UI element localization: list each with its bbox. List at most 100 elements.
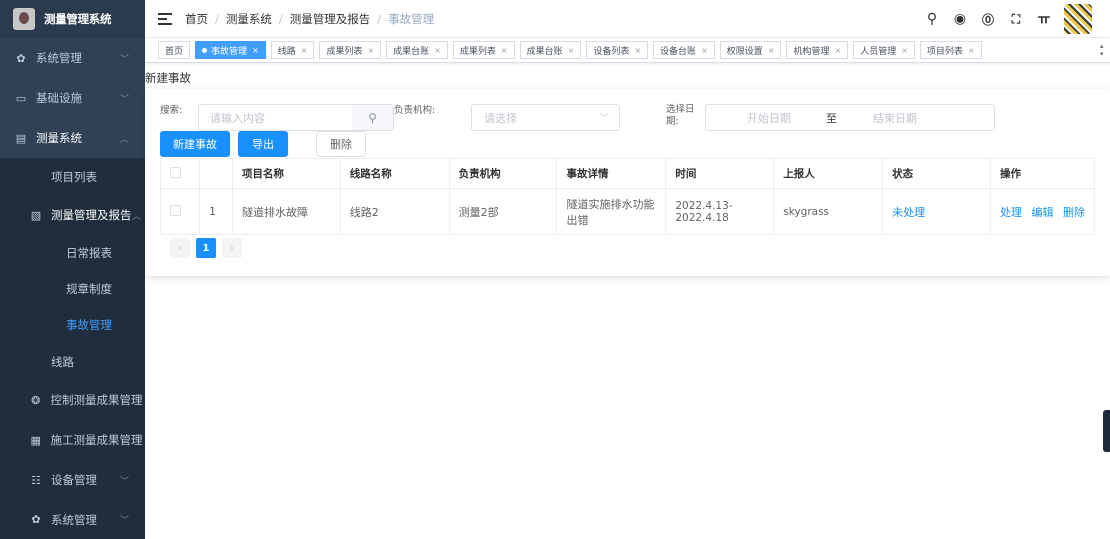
sidebar-item-system-admin-2[interactable]: ✿ 系统管理 ﹀ [0,500,145,539]
breadcrumb-home[interactable]: 首页 [185,11,208,27]
export-button[interactable]: 导出 [238,131,288,157]
org-cell: 测量2部 [449,188,558,235]
tag-results-list[interactable]: 成果列表 × [319,41,382,59]
time-cell: 2022.4.13-2022.4.18 [665,188,775,235]
sidebar-item-daily-report[interactable]: 日常报表 [0,235,145,271]
row-checkbox[interactable] [170,204,181,216]
tag-results-list-2[interactable]: 成果列表 × [452,41,515,59]
close-icon[interactable]: × [367,46,374,55]
sidebar-item-system-admin[interactable]: ✿ 系统管理 ﹀ [0,38,145,78]
column-header: 上报人 [773,158,884,189]
monitor-icon: ▭ [15,91,27,105]
search-icon: ⚲ [368,110,377,125]
status-cell[interactable]: 未处理 [882,188,992,235]
table-row: 1 隧道排水故障 线路2 测量2部 隧道实施排水功能出错 2022.4.13-2… [160,188,1095,235]
tag-org-management[interactable]: 机构管理 × [786,41,849,59]
scroll-arrows-icon[interactable]: ▴ ▾ [1100,42,1108,58]
detail-cell: 隧道实施排水功能出错 [556,188,667,235]
date-label: 选择日期: [666,104,695,127]
column-header: 负责机构 [449,158,558,189]
column-header: 状态 [882,158,992,189]
search-button[interactable]: ⚲ [352,104,394,131]
pagination: ‹ 1 › [170,238,242,258]
sidebar-item-accident-management[interactable]: 事故管理 [0,307,145,343]
tag-accident-management[interactable]: 事故管理 × [195,41,266,59]
github-icon[interactable]: ◉ [952,11,968,27]
sidebar-item-regulations[interactable]: 规章制度 [0,271,145,307]
accident-table: 项目名称 线路名称 负责机构 事故详情 时间 上报人 状态 操作 1 隧道排水故… [160,158,1095,235]
date-range-picker[interactable]: 开始日期 至 结束日期 [705,104,995,131]
column-header: 操作 [990,158,1095,189]
tag-equipment-list[interactable]: 设备列表 × [586,41,649,59]
help-icon[interactable]: ⓪ [980,11,996,28]
fullscreen-icon[interactable]: ⛶ [1008,12,1024,27]
avatar[interactable] [1064,4,1092,34]
chevron-down-icon: ﹀ [119,94,129,105]
tag-permissions[interactable]: 权限设置 × [719,41,782,59]
copy-icon: ▧ [30,208,42,222]
tag-home[interactable]: 首页 [158,41,191,59]
tag-staff-management[interactable]: 人员管理 × [853,41,915,59]
column-header: 项目名称 [232,158,341,189]
search-icon[interactable]: ⚲ [924,11,940,27]
sidebar-item-construction-results[interactable]: ▦ 施工测量成果管理 [0,420,145,460]
font-size-icon[interactable]: ㅠ [1036,9,1052,29]
chevron-down-icon: ﹀ [119,54,129,65]
hamburger-icon[interactable] [158,12,172,25]
settings-drawer-handle[interactable] [1103,410,1110,452]
date-start: 开始日期 [747,111,791,125]
page-title: 新建事故 [145,71,191,85]
date-end: 结束日期 [873,111,917,125]
close-icon[interactable]: × [968,46,975,55]
close-icon[interactable]: × [768,46,775,55]
tag-project-list[interactable]: 项目列表 × [919,41,982,59]
prev-page-button[interactable]: ‹ [170,238,190,258]
select-all-cell [160,158,200,189]
search-input[interactable]: 请输入内容 [198,104,353,131]
reporter-cell: skygrass [773,188,884,235]
delete-link[interactable]: 删除 [1063,206,1085,219]
filter-table-card: 搜索: 请输入内容 ⚲ 负责机构: 请选择 ﹀ 选择日期: 开始日期 至 结束日… [145,89,1110,276]
process-link[interactable]: 处理 [1000,206,1022,219]
tag-equipment-ledger[interactable]: 设备台账 × [653,41,715,59]
tag-results-ledger[interactable]: 成果台账 × [386,41,448,59]
close-icon[interactable]: × [434,46,441,55]
breadcrumb: 首页 / 测量系统 / 测量管理及报告 / 事故管理 [185,11,435,27]
delete-button[interactable]: 删除 [316,131,366,157]
chevron-down-icon: ﹀ [599,114,609,124]
line-name-cell: 线路2 [340,188,450,235]
next-page-button[interactable]: › [222,238,242,258]
close-icon[interactable]: × [301,46,308,55]
close-icon[interactable]: × [568,46,575,55]
sidebar-item-control-results[interactable]: ❂ 控制测量成果管理 [0,380,145,420]
close-icon[interactable]: × [835,46,842,55]
sidebar-item-project-list[interactable]: 项目列表 [0,158,145,195]
logo[interactable]: 测量管理系统 [0,0,145,38]
breadcrumb-measurement-system[interactable]: 测量系统 [226,11,272,27]
edit-link[interactable]: 编辑 [1032,206,1054,219]
close-icon[interactable]: × [634,46,641,55]
select-all-checkbox[interactable] [170,166,181,178]
sidebar: 测量管理系统 ✿ 系统管理 ﹀ ▭ 基础设施 ﹀ ▤ 测量系统 ︿ 项目列表 ▧… [0,0,145,539]
sidebar-item-equipment[interactable]: ☷ 设备管理 ﹀ [0,460,145,500]
page-number[interactable]: 1 [196,238,216,258]
close-icon[interactable]: × [501,46,508,55]
close-icon[interactable]: × [901,46,908,55]
table-header-row: 项目名称 线路名称 负责机构 事故详情 时间 上报人 状态 操作 [160,158,1095,189]
index-header [199,158,233,189]
actions-cell: 处理 编辑 删除 [990,188,1095,235]
tag-results-ledger-2[interactable]: 成果台账 × [519,41,582,59]
sidebar-item-measurement-system[interactable]: ▤ 测量系统 ︿ [0,118,145,158]
create-accident-button[interactable]: 新建事故 [160,131,230,157]
sidebar-item-infrastructure[interactable]: ▭ 基础设施 ﹀ [0,78,145,118]
tag-line[interactable]: 线路 × [270,41,315,59]
breadcrumb-report[interactable]: 测量管理及报告 [290,11,371,27]
sidebar-item-measurement-report[interactable]: ▧ 测量管理及报告 ︿ [0,195,145,235]
close-icon[interactable]: × [701,46,708,55]
org-select[interactable]: 请选择 ﹀ [471,104,620,131]
sidebar-item-line[interactable]: 线路 [0,343,145,380]
app-title: 测量管理系统 [44,12,112,26]
clipboard-icon: ▦ [30,433,41,447]
close-icon[interactable]: × [252,46,259,55]
gear-icon: ✿ [16,51,26,65]
